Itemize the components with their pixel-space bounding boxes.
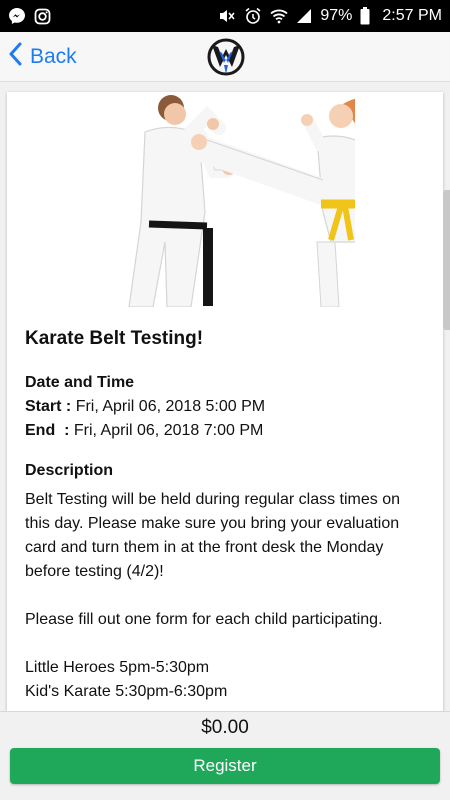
status-right: 97% 2:57 PM xyxy=(218,7,442,25)
battery-percent: 97% xyxy=(320,7,353,24)
end-value: Fri, April 06, 2018 7:00 PM xyxy=(73,422,264,439)
scroll-handle[interactable] xyxy=(443,190,450,330)
chevron-left-icon xyxy=(8,42,22,72)
end-row: End : Fri, April 06, 2018 7:00 PM xyxy=(25,422,263,440)
back-button[interactable]: Back xyxy=(8,42,77,72)
start-value: Fri, April 06, 2018 5:00 PM xyxy=(75,398,266,415)
event-image xyxy=(95,92,383,308)
status-left xyxy=(8,7,51,25)
battery-icon xyxy=(360,7,370,25)
clock: 2:57 PM xyxy=(382,7,442,24)
status-bar: 97% 2:57 PM xyxy=(0,0,450,32)
signal-icon xyxy=(296,8,312,24)
footer: $0.00 Register xyxy=(0,711,450,800)
end-label: End : xyxy=(25,422,70,439)
mute-icon xyxy=(218,7,236,25)
event-title: Karate Belt Testing! xyxy=(25,328,204,349)
register-button[interactable]: Register xyxy=(10,748,440,784)
description-heading: Description xyxy=(25,462,114,479)
description-text: Belt Testing will be held during regular… xyxy=(25,491,401,700)
messenger-icon xyxy=(8,7,26,25)
wifi-icon xyxy=(270,8,288,24)
start-row: Start : Fri, April 06, 2018 5:00 PM xyxy=(25,398,265,416)
price: $0.00 xyxy=(201,717,249,738)
instagram-icon xyxy=(34,8,51,25)
back-label: Back xyxy=(30,45,77,68)
start-label: Start : xyxy=(25,398,72,415)
event-card: Karate Belt Testing! Date and Time Start… xyxy=(7,92,443,711)
datetime-heading: Date and Time xyxy=(25,374,135,391)
alarm-icon xyxy=(244,7,262,25)
app-logo xyxy=(206,37,246,77)
nav-bar: Back xyxy=(0,32,450,82)
